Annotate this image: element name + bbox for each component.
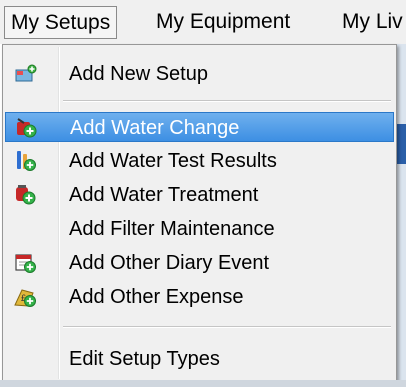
my-setups-dropdown: Add New Setup Add Water Change Add Water…: [2, 44, 397, 382]
menu-item-add-filter-maintenance[interactable]: Add Filter Maintenance: [5, 214, 394, 244]
menu-item-add-water-change[interactable]: Add Water Change: [5, 112, 394, 142]
menu-item-add-other-diary-event[interactable]: Add Other Diary Event: [5, 248, 394, 278]
menu-item-add-water-test-results[interactable]: Add Water Test Results: [5, 146, 394, 176]
water-change-icon: [17, 118, 37, 138]
menu-item-label: Add Water Change: [70, 117, 240, 139]
water-test-icon: [17, 151, 36, 171]
menu-item-add-water-treatment[interactable]: Add Water Treatment: [5, 180, 394, 210]
menu-separator: [63, 100, 391, 102]
menu-separator: [63, 326, 391, 328]
menu-item-label: Add Filter Maintenance: [69, 218, 275, 240]
icon-gutter-divider-highlight: [59, 47, 60, 379]
new-setup-icon: [15, 64, 37, 82]
diary-event-icon: [15, 254, 36, 273]
menu-item-label: Add Water Test Results: [69, 150, 277, 172]
menu-item-label: Add Other Expense: [69, 286, 244, 308]
menu-item-edit-setup-types[interactable]: Edit Setup Types: [5, 344, 394, 374]
menu-item-label: Add Other Diary Event: [69, 252, 270, 274]
menu-item-label: Edit Setup Types: [69, 348, 220, 370]
expense-icon: £: [14, 289, 36, 307]
background-window-edge: [397, 124, 406, 164]
menu-my-equipment[interactable]: My Equipment: [150, 6, 296, 38]
menu-my-setups[interactable]: My Setups: [4, 6, 118, 39]
water-treatment-icon: [16, 185, 36, 205]
menu-item-label: Add New Setup: [69, 63, 208, 85]
menu-my-livestock[interactable]: My Liv: [336, 6, 406, 38]
menu-item-add-new-setup[interactable]: Add New Setup: [5, 59, 394, 89]
menu-item-label: Add Water Treatment: [69, 184, 259, 206]
background-window-bottom: [0, 380, 406, 387]
menu-bar: My Setups My Equipment My Liv: [0, 0, 406, 44]
background-window: [397, 44, 406, 387]
menu-item-add-other-expense[interactable]: £ Add Other Expense: [5, 282, 394, 312]
